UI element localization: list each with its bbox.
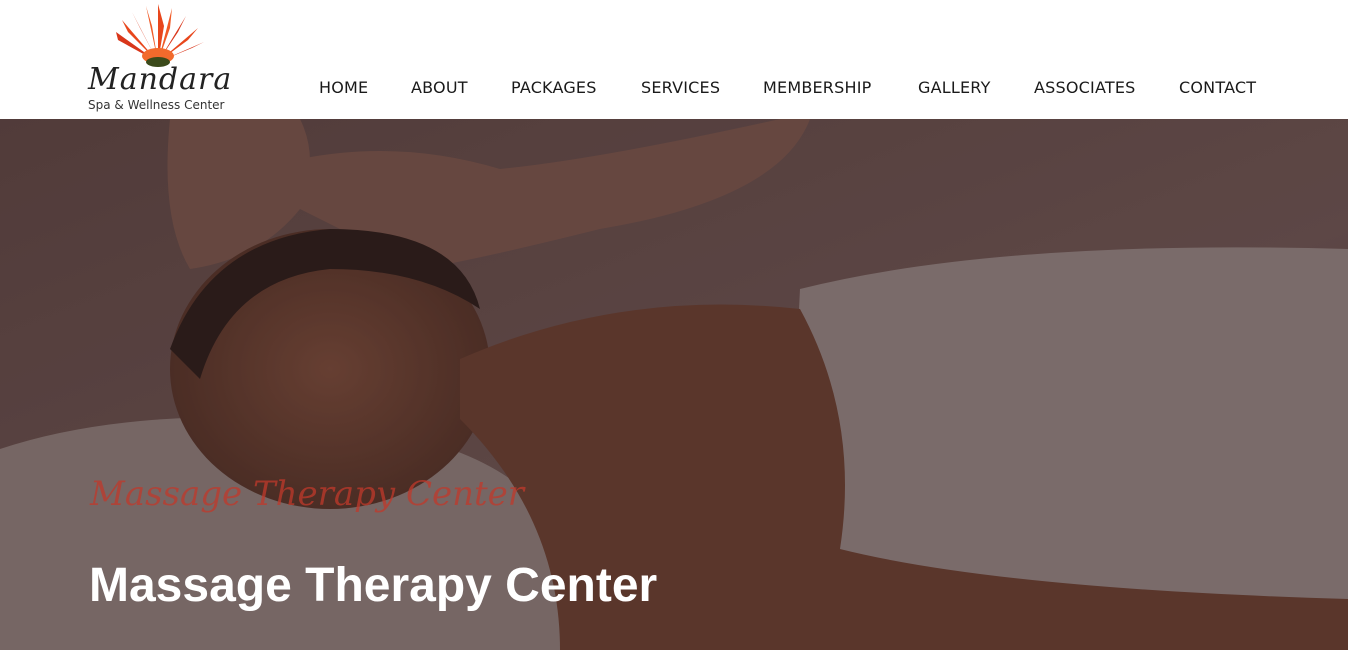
- nav-item-associates[interactable]: ASSOCIATES: [1034, 78, 1135, 97]
- hero-title: Massage Therapy Center: [89, 559, 658, 612]
- nav-item-contact[interactable]: CONTACT: [1179, 78, 1256, 97]
- nav-item-services[interactable]: SERVICES: [641, 78, 720, 97]
- nav-item-home[interactable]: HOME: [319, 78, 368, 97]
- nav-item-membership[interactable]: MEMBERSHIP: [763, 78, 871, 97]
- brand-name: Mandara: [88, 62, 233, 97]
- logo[interactable]: Mandara Spa & Wellness Center: [86, 4, 236, 116]
- site-header: Mandara Spa & Wellness Center HOME ABOUT…: [0, 0, 1348, 119]
- hero-script-heading: Massage Therapy Center: [90, 474, 525, 514]
- nav-item-packages[interactable]: PACKAGES: [511, 78, 597, 97]
- nav-item-about[interactable]: ABOUT: [411, 78, 468, 97]
- brand-tagline: Spa & Wellness Center: [88, 98, 225, 112]
- hero-banner: Massage Therapy Center Massage Therapy C…: [0, 119, 1348, 650]
- nav-item-gallery[interactable]: GALLERY: [918, 78, 991, 97]
